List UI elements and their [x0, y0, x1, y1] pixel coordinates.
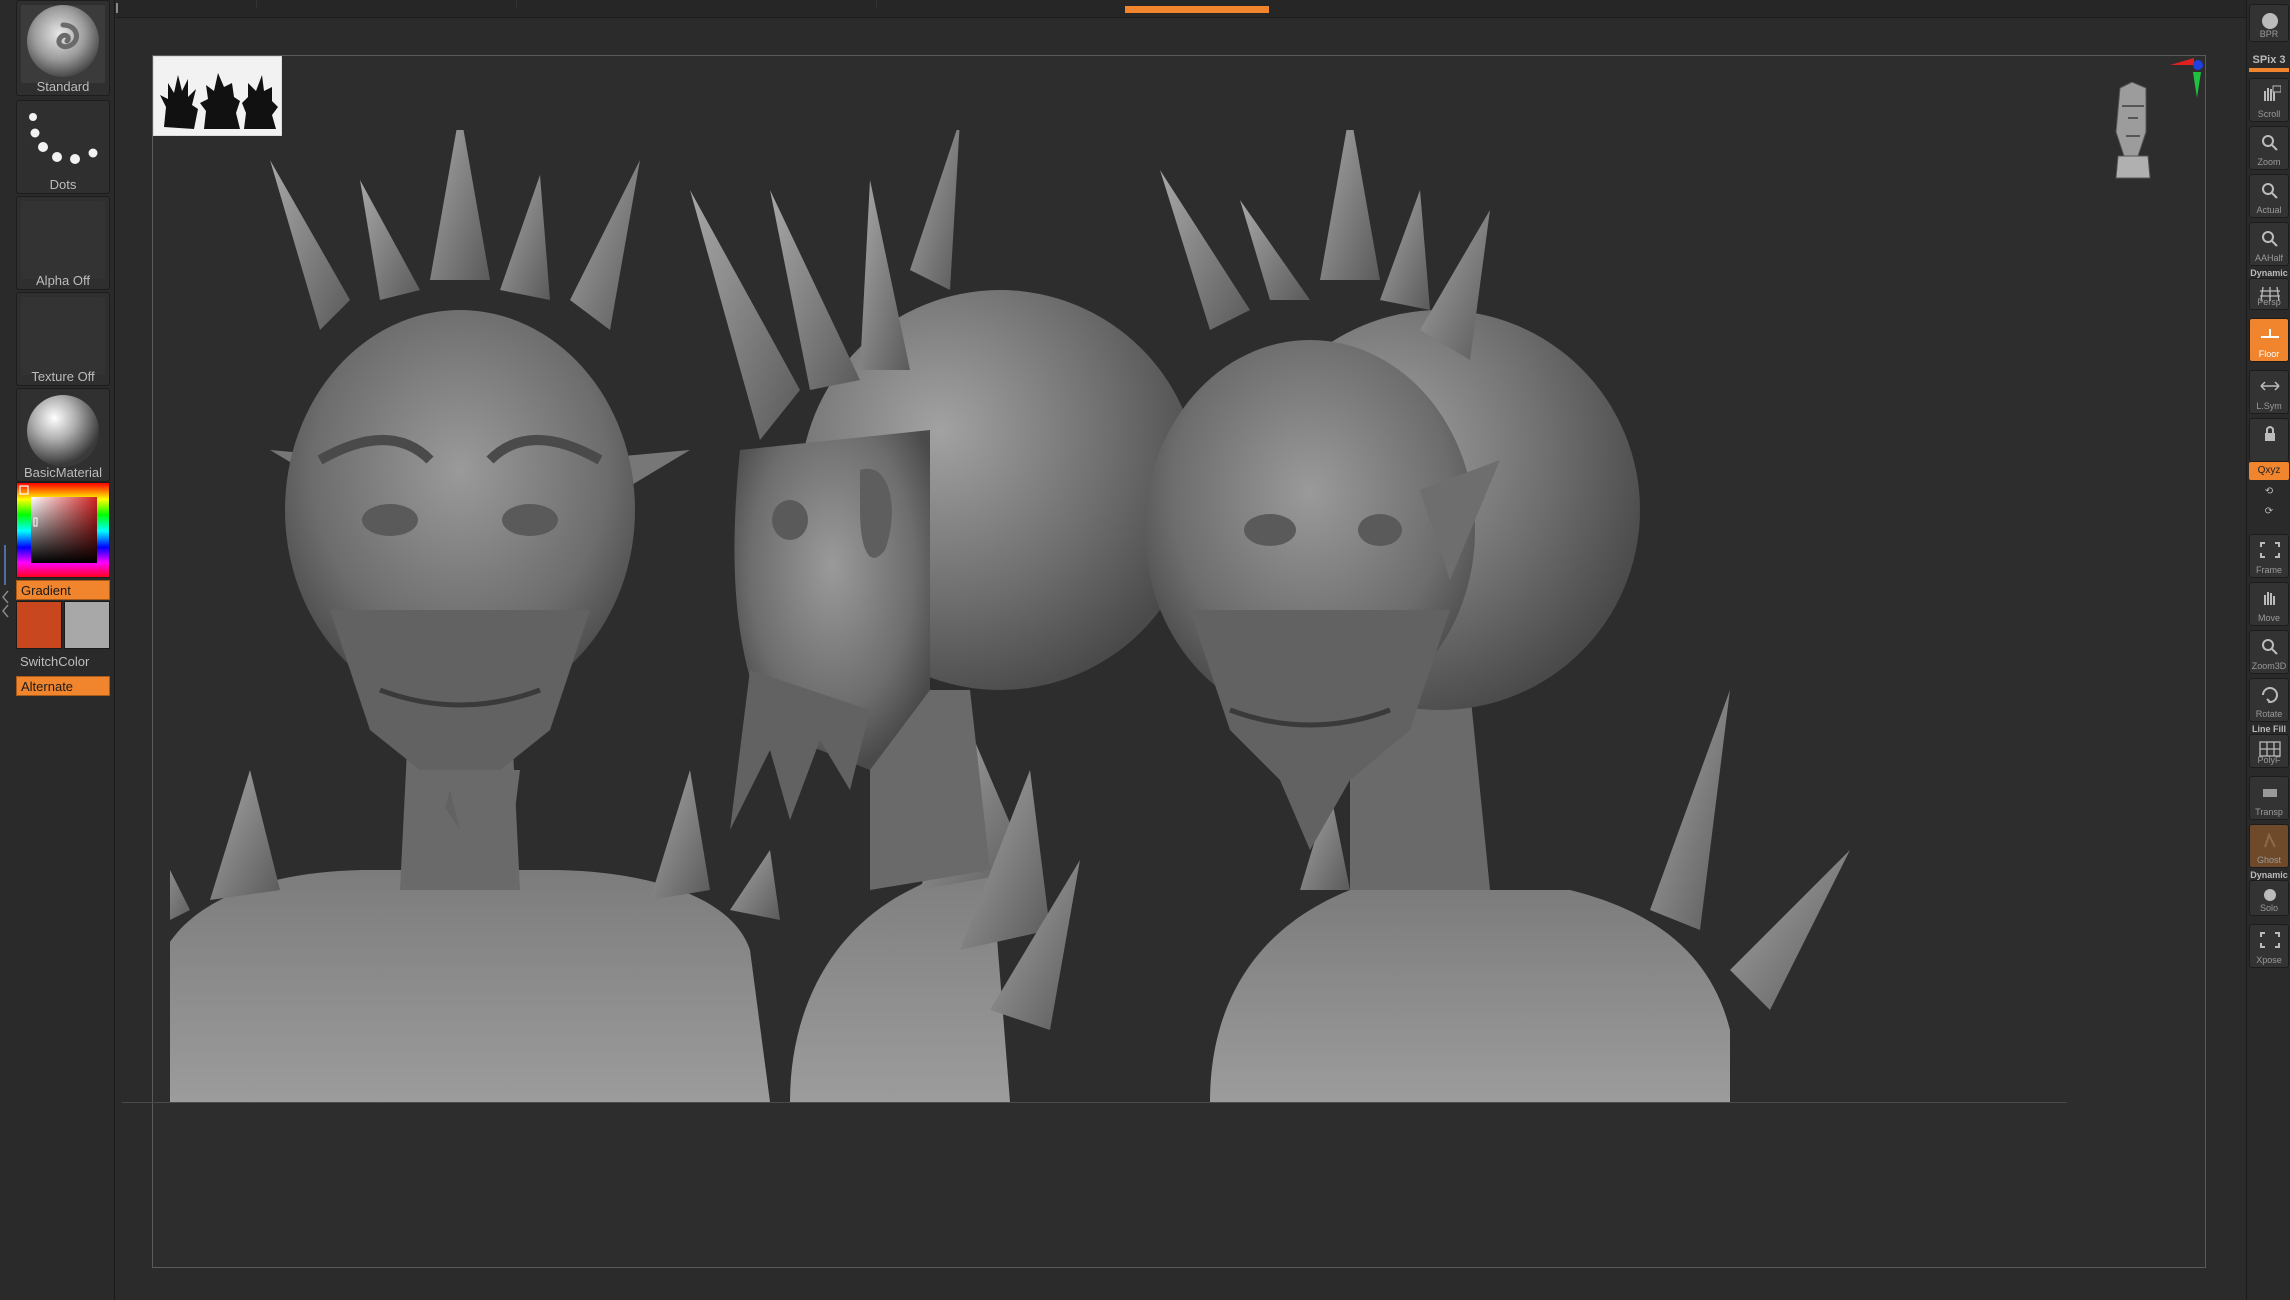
aahalf-magnifier-icon: [2262, 231, 2278, 247]
ghost-button[interactable]: Ghost: [2249, 824, 2289, 868]
rotate-button[interactable]: Rotate: [2249, 678, 2289, 722]
color-picker[interactable]: [16, 482, 110, 578]
scroll-hand-icon: [2264, 85, 2281, 101]
transp-icon: [2263, 789, 2277, 797]
secondary-color-swatch[interactable]: [64, 601, 110, 649]
transp-label: Transp: [2255, 807, 2283, 817]
brush-standard-icon: [21, 5, 105, 83]
texture-label: Texture Off: [31, 369, 95, 384]
scroll-button[interactable]: Scroll: [2249, 78, 2289, 122]
aahalf-label: AAHalf: [2254, 253, 2283, 263]
canvas-floor-line: [122, 1102, 2067, 1103]
texture-slot[interactable]: Texture Off: [16, 292, 110, 386]
persp-button[interactable]: Persp: [2249, 278, 2289, 310]
rotate-icon: [2262, 687, 2278, 703]
bpr-button[interactable]: BPR: [2249, 4, 2289, 42]
alternate-button[interactable]: Alternate: [16, 676, 110, 696]
shelf-resize-grip[interactable]: [2, 545, 9, 625]
left-shelf: Standard Dots Alpha Off Texture Off Basi…: [0, 0, 115, 1300]
line-fill-label: Line Fill: [2251, 724, 2286, 734]
xpose-label: Xpose: [2256, 955, 2282, 965]
lsym-arrows-icon: [2260, 381, 2280, 391]
rotate-axis-icon[interactable]: ⟲: [2249, 486, 2289, 497]
stroke-dots-icon: [21, 105, 105, 183]
zoom3d-magnifier-icon: [2262, 639, 2278, 655]
xpose-button[interactable]: Xpose: [2249, 924, 2289, 968]
side-view-bust: [690, 120, 1200, 1102]
lock-icon: [2265, 426, 2275, 441]
stroke-label: Dots: [49, 177, 77, 192]
dynamic2-label: Dynamic: [2250, 870, 2288, 880]
solo-label: Solo: [2259, 903, 2278, 913]
three-quarter-view-bust: [1145, 110, 1850, 1102]
strip-segment: [256, 0, 257, 8]
spix-slider[interactable]: [2249, 68, 2289, 72]
zoom3d-label: Zoom3D: [2251, 661, 2287, 671]
material-slot[interactable]: BasicMaterial: [16, 388, 110, 482]
transp-button[interactable]: Transp: [2249, 776, 2289, 820]
move-button[interactable]: Move: [2249, 582, 2289, 626]
frame-button[interactable]: Frame: [2249, 534, 2289, 578]
stroke-slot[interactable]: Dots: [16, 100, 110, 194]
actual-magnifier-icon: [2262, 183, 2278, 199]
alpha-label: Alpha Off: [36, 273, 90, 288]
front-view-bust: [140, 110, 780, 1102]
strip-tick: [116, 3, 118, 13]
xpose-icon: [2260, 932, 2280, 948]
sculpt-views: [140, 110, 1850, 1102]
strip-segment: [876, 0, 877, 8]
right-shelf: BPR SPix 3 Scroll Zoom Actual AAHalf Dyn…: [2246, 0, 2290, 1300]
polyf-button[interactable]: PolyF: [2249, 734, 2289, 768]
zoom3d-button[interactable]: Zoom3D: [2249, 630, 2289, 674]
lock-button[interactable]: [2249, 418, 2289, 462]
brush-slot[interactable]: Standard: [16, 0, 110, 96]
zoom-magnifier-icon: [2262, 135, 2278, 151]
ghost-label: Ghost: [2256, 855, 2281, 865]
zoom-button[interactable]: Zoom: [2249, 126, 2289, 170]
actual-button[interactable]: Actual: [2249, 174, 2289, 218]
silhouette-thumbnail: [153, 56, 282, 136]
material-label: BasicMaterial: [23, 465, 103, 480]
aahalf-button[interactable]: AAHalf: [2249, 222, 2289, 266]
lsym-button[interactable]: L.Sym: [2249, 370, 2289, 414]
xyz-axis-button[interactable]: Qxyz: [2249, 462, 2289, 480]
ghost-icon: [2264, 832, 2276, 848]
color-swatches: [16, 601, 110, 651]
spix-label[interactable]: SPix 3: [2247, 54, 2290, 66]
main-color-swatch[interactable]: [16, 601, 62, 649]
floor-button[interactable]: Floor: [2249, 318, 2289, 362]
bpr-label: BPR: [2259, 29, 2279, 39]
rotate-label: Rotate: [2255, 709, 2283, 719]
floor-icon: [2261, 329, 2279, 338]
active-progress-indicator: [1125, 6, 1269, 13]
alpha-slot[interactable]: Alpha Off: [16, 196, 110, 290]
dynamic-label: Dynamic: [2250, 268, 2288, 278]
frame-label: Frame: [2255, 565, 2282, 575]
move-label: Move: [2257, 613, 2280, 623]
polyf-label: PolyF: [2257, 755, 2281, 765]
gradient-button[interactable]: Gradient: [16, 580, 110, 600]
frame-corners-icon: [2260, 542, 2280, 558]
navigation-gizmo[interactable]: [2100, 56, 2210, 186]
zbrush-app: Standard Dots Alpha Off Texture Off Basi…: [0, 0, 2290, 1300]
alpha-off-icon: [21, 201, 105, 279]
zoom-label: Zoom: [2257, 157, 2281, 167]
lsym-label: L.Sym: [2256, 401, 2282, 411]
viewport-render[interactable]: [140, 110, 2200, 1102]
strip-segment: [516, 0, 517, 8]
switch-color-button[interactable]: SwitchColor: [20, 654, 89, 669]
texture-off-icon: [21, 297, 105, 375]
solo-button[interactable]: Solo: [2249, 880, 2289, 916]
actual-label: Actual: [2256, 205, 2282, 215]
move-hand-icon: [2264, 592, 2275, 605]
persp-label: Persp: [2257, 297, 2281, 307]
rotate-free-icon[interactable]: ⟳: [2249, 506, 2289, 517]
brush-label: Standard: [36, 79, 90, 94]
scroll-label: Scroll: [2257, 109, 2281, 119]
bpr-sphere-icon: [2262, 13, 2278, 29]
floor-label: Floor: [2258, 349, 2280, 359]
material-sphere-icon: [21, 393, 105, 471]
